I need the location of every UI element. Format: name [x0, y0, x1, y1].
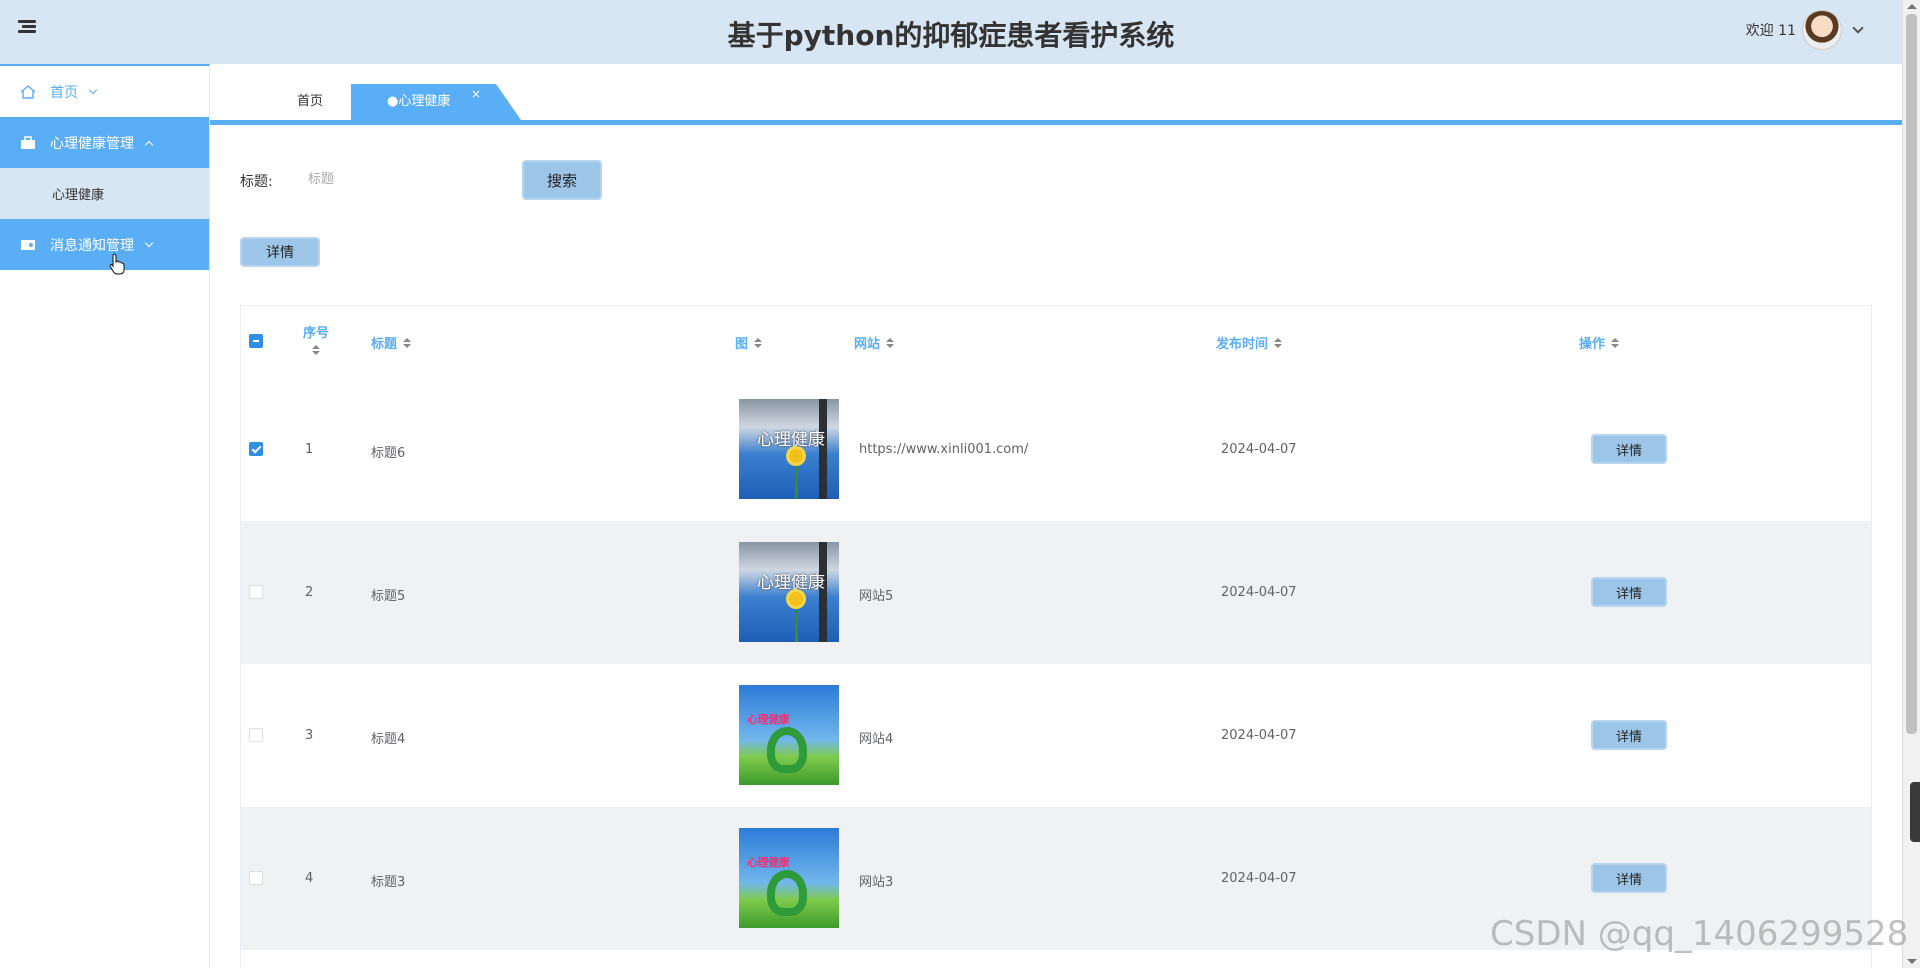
column-label: 发布时间: [1216, 337, 1269, 352]
row-detail-button[interactable]: 详情: [1591, 720, 1667, 750]
scroll-up-icon[interactable]: [1907, 4, 1917, 9]
row-checkbox[interactable]: [249, 871, 263, 885]
wallet-icon: [21, 239, 35, 250]
briefcase-icon: [21, 135, 35, 149]
heart-icon: [767, 727, 807, 773]
chevron-down-icon: [88, 85, 98, 94]
table-header: 序号 标题 图 网站 发布时间 操作: [241, 306, 1871, 378]
column-label: 操作: [1579, 337, 1606, 352]
image-caption: 心理健康: [757, 430, 825, 450]
row-index: 2: [305, 585, 314, 600]
table-row[interactable]: 3 标题4 心理健康 网站4 2024-04-07 详情: [241, 664, 1871, 807]
sort-icon[interactable]: [1274, 337, 1283, 348]
row-index: 1: [305, 442, 314, 457]
search-label: 标题:: [240, 174, 273, 190]
table-row[interactable]: 1 标题6 心理健康 https://www.xinli001.com/ 202…: [241, 378, 1871, 521]
app-title: 基于python的抑郁症患者看护系统: [727, 19, 1175, 52]
sidebar-item-label: 消息通知管理: [50, 237, 134, 254]
sidebar-subitem-mental-health[interactable]: 心理健康: [0, 168, 209, 219]
sunflower-icon: [789, 449, 803, 463]
row-checkbox[interactable]: [249, 442, 263, 456]
row-index: 3: [305, 728, 314, 743]
tab-label: ●心理健康: [387, 94, 451, 109]
row-detail-button[interactable]: 详情: [1591, 434, 1667, 464]
heart-icon: [767, 870, 807, 916]
table-row[interactable]: 2 标题5 心理健康 网站5 2024-04-07 详情: [241, 521, 1871, 664]
column-label: 序号: [303, 326, 330, 341]
floating-side-widget[interactable]: [1910, 782, 1920, 842]
sidebar-item-label: 心理健康管理: [50, 135, 134, 152]
image-detail: [795, 606, 798, 642]
scrollbar-thumb[interactable]: [1906, 14, 1917, 734]
tab-mental-health[interactable]: ●心理健康 ×: [351, 84, 521, 120]
row-title: 标题3: [371, 875, 406, 890]
row-detail-button[interactable]: 详情: [1591, 863, 1667, 893]
search-input[interactable]: [300, 161, 510, 197]
column-header-image[interactable]: 图: [735, 333, 763, 352]
row-index: 4: [305, 871, 314, 886]
row-date: 2024-04-07: [1221, 871, 1297, 886]
sidebar-item-label: 首页: [50, 84, 78, 101]
welcome-text: 欢迎 11: [1745, 23, 1796, 39]
sidebar: 首页 心理健康管理 心理健康 消息通知管理: [0, 64, 210, 968]
top-header: 基于python的抑郁症患者看护系统 欢迎 11: [0, 0, 1902, 64]
column-label: 网站: [854, 337, 881, 352]
column-header-title[interactable]: 标题: [371, 333, 412, 352]
row-date: 2024-04-07: [1221, 442, 1297, 457]
row-date: 2024-04-07: [1221, 585, 1297, 600]
avatar[interactable]: [1802, 10, 1842, 50]
select-all-checkbox[interactable]: [249, 334, 263, 348]
row-image: 心理健康: [739, 399, 839, 499]
sidebar-item-notification-management[interactable]: 消息通知管理: [0, 219, 209, 270]
scroll-down-icon[interactable]: [1907, 959, 1917, 964]
search-button[interactable]: 搜索: [522, 160, 602, 200]
image-caption: 心理健康: [747, 856, 790, 869]
hand-pointer-icon: [109, 253, 125, 275]
main-content: 标题: 搜索 详情 序号 标题 图 网站 发布时间: [210, 125, 1902, 968]
image-detail: [795, 463, 798, 499]
row-site: 网站5: [859, 589, 894, 604]
sidebar-item-mental-health-management[interactable]: 心理健康管理: [0, 117, 209, 168]
column-label: 图: [735, 337, 749, 352]
sunflower-icon: [789, 592, 803, 606]
column-header-publish-time[interactable]: 发布时间: [1216, 333, 1283, 352]
row-checkbox[interactable]: [249, 585, 263, 599]
row-image: 心理健康: [739, 828, 839, 928]
chevron-down-icon[interactable]: [1852, 22, 1864, 34]
row-checkbox[interactable]: [249, 728, 263, 742]
row-image: 心理健康: [739, 685, 839, 785]
user-menu[interactable]: 欢迎 11: [1745, 10, 1864, 50]
column-header-index[interactable]: 序号: [303, 322, 329, 355]
chevron-down-icon: [144, 238, 154, 247]
data-table: 序号 标题 图 网站 发布时间 操作 1 标题6 心理健康 https://ww…: [240, 305, 1872, 968]
row-date: 2024-04-07: [1221, 728, 1297, 743]
sort-icon[interactable]: [312, 345, 320, 355]
chevron-up-icon: [144, 140, 154, 149]
row-site: https://www.xinli001.com/: [859, 442, 1029, 457]
row-title: 标题6: [371, 446, 406, 461]
column-header-site[interactable]: 网站: [854, 333, 895, 352]
row-detail-button[interactable]: 详情: [1591, 577, 1667, 607]
row-site: 网站3: [859, 875, 894, 890]
close-icon[interactable]: ×: [471, 84, 481, 112]
detail-button[interactable]: 详情: [240, 237, 320, 267]
sort-icon[interactable]: [886, 337, 895, 348]
column-label: 标题: [371, 337, 398, 352]
row-title: 标题4: [371, 732, 406, 747]
home-icon: [20, 84, 36, 99]
sort-icon[interactable]: [403, 337, 412, 348]
sidebar-item-home[interactable]: 首页: [0, 66, 209, 117]
row-site: 网站4: [859, 732, 894, 747]
watermark: CSDN @qq_1406299528: [1490, 914, 1909, 954]
sort-icon[interactable]: [754, 337, 763, 348]
row-title: 标题5: [371, 589, 406, 604]
image-caption: 心理健康: [757, 573, 825, 593]
sidebar-item-label: 心理健康: [52, 188, 105, 203]
row-image: 心理健康: [739, 542, 839, 642]
tab-bar: 首页 ●心理健康 ×: [210, 64, 1902, 125]
sort-icon[interactable]: [1611, 337, 1620, 348]
image-caption: 心理健康: [747, 713, 790, 726]
column-header-actions[interactable]: 操作: [1579, 333, 1620, 352]
